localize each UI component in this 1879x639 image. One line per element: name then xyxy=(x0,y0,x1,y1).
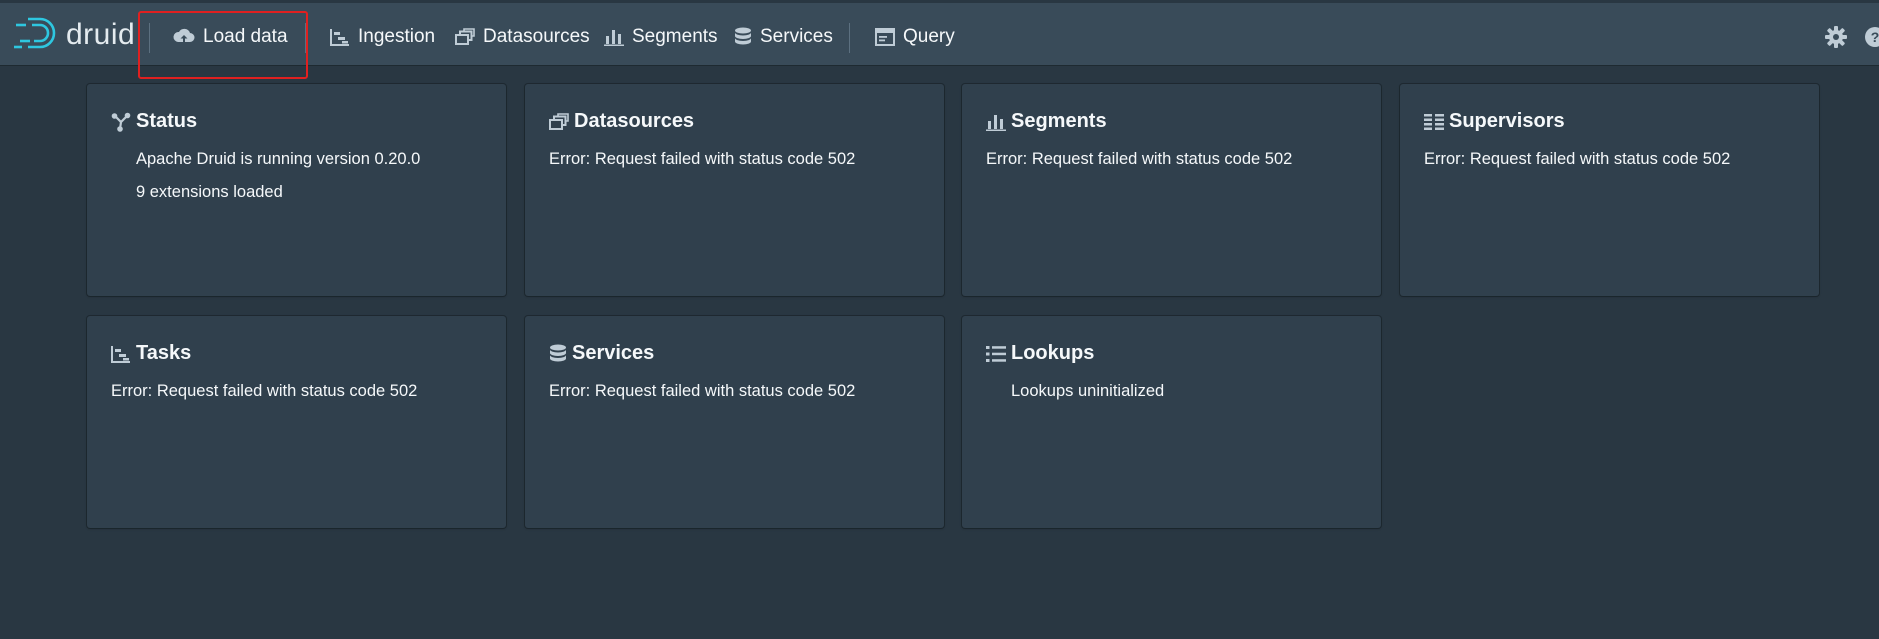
lookups-title-text: Lookups xyxy=(1011,342,1095,364)
database-icon xyxy=(735,27,751,45)
datasources-title-text: Datasources xyxy=(574,110,695,132)
nav-segments-label: Segments xyxy=(632,26,718,47)
druid-logo[interactable]: druid xyxy=(14,17,135,53)
help-icon: ? xyxy=(1865,27,1879,47)
stacked-chart-icon xyxy=(604,30,624,46)
datasources-card[interactable]: Datasources Error: Request failed with s… xyxy=(525,84,944,296)
tasks-card-title: Tasks xyxy=(111,342,191,365)
status-extensions-text: 9 extensions loaded xyxy=(136,183,283,201)
supervisors-title-text: Supervisors xyxy=(1449,110,1565,132)
nav-query-label: Query xyxy=(903,26,955,47)
tasks-card[interactable]: Tasks Error: Request failed with status … xyxy=(87,316,506,528)
list-columns-icon xyxy=(1424,113,1444,130)
status-card-title: Status xyxy=(111,110,197,133)
gantt-chart-icon xyxy=(111,345,130,363)
database-icon xyxy=(550,344,566,361)
segments-card[interactable]: Segments Error: Request failed with stat… xyxy=(962,84,1381,296)
stacked-chart-icon xyxy=(986,114,1006,131)
datasources-error-text: Error: Request failed with status code 5… xyxy=(549,150,856,168)
lookups-card-title: Lookups xyxy=(986,342,1094,365)
nav-services-label: Services xyxy=(760,26,833,47)
graph-icon xyxy=(111,112,131,132)
help-button[interactable]: ? xyxy=(1864,25,1879,49)
services-card[interactable]: Services Error: Request failed with stat… xyxy=(525,316,944,528)
tasks-error-text: Error: Request failed with status code 5… xyxy=(111,382,418,400)
status-title-text: Status xyxy=(136,110,198,132)
lookups-status-text: Lookups uninitialized xyxy=(1011,382,1165,400)
logo-text: druid xyxy=(66,18,136,51)
services-card-title: Services xyxy=(549,342,654,365)
supervisors-card-title: Supervisors xyxy=(1424,110,1565,133)
nav-query[interactable]: Query xyxy=(875,17,955,57)
nav-divider xyxy=(849,23,850,53)
nav-ingestion[interactable]: Ingestion xyxy=(330,17,435,57)
status-card[interactable]: Status Apache Druid is running version 0… xyxy=(87,84,506,296)
multi-select-icon xyxy=(549,112,569,130)
supervisors-error-text: Error: Request failed with status code 5… xyxy=(1424,150,1731,168)
cog-icon xyxy=(1825,26,1847,48)
multi-select-icon xyxy=(455,28,475,45)
services-title-text: Services xyxy=(572,342,655,364)
status-version-text: Apache Druid is running version 0.20.0 xyxy=(136,150,421,168)
datasources-card-title: Datasources xyxy=(549,110,694,133)
segments-error-text: Error: Request failed with status code 5… xyxy=(986,150,1293,168)
segments-title-text: Segments xyxy=(1011,110,1107,132)
nav-datasources[interactable]: Datasources xyxy=(455,17,590,57)
nav-datasources-label: Datasources xyxy=(483,26,590,47)
nav-services[interactable]: Services xyxy=(734,17,833,57)
nav-ingestion-label: Ingestion xyxy=(358,26,436,47)
gantt-chart-icon xyxy=(330,29,349,46)
load-data-highlight-box xyxy=(138,11,308,79)
settings-button[interactable] xyxy=(1825,25,1847,49)
tasks-title-text: Tasks xyxy=(136,342,192,364)
properties-icon xyxy=(986,345,1006,362)
supervisors-card[interactable]: Supervisors Error: Request failed with s… xyxy=(1400,84,1819,296)
segments-card-title: Segments xyxy=(986,110,1107,133)
application-icon xyxy=(875,28,895,46)
druid-logo-icon xyxy=(14,15,60,56)
services-error-text: Error: Request failed with status code 5… xyxy=(549,382,856,400)
svg-text:?: ? xyxy=(1871,29,1879,45)
nav-segments[interactable]: Segments xyxy=(604,17,718,57)
lookups-card[interactable]: Lookups Lookups uninitialized xyxy=(962,316,1381,528)
